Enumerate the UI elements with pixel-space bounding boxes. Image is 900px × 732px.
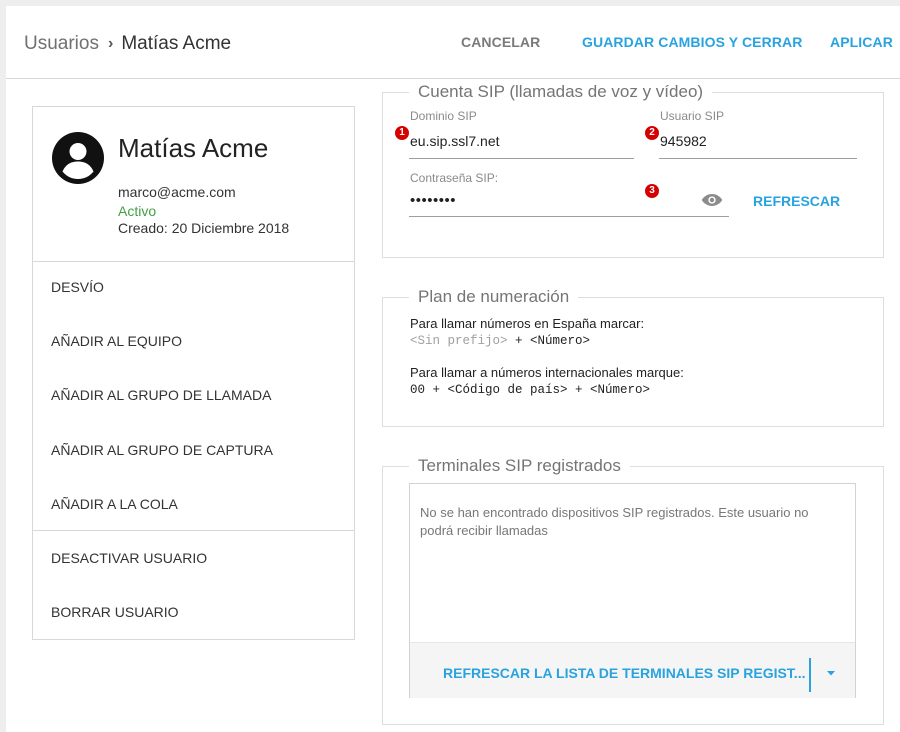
save-and-close-button[interactable]: GUARDAR CAMBIOS Y CERRAR bbox=[582, 34, 802, 50]
sip-user-input[interactable] bbox=[660, 133, 855, 149]
menu-item-delete-user[interactable]: BORRAR USUARIO bbox=[51, 604, 179, 620]
sip-domain-underline bbox=[409, 158, 634, 159]
menu-divider bbox=[33, 530, 354, 531]
refresh-terminals-button[interactable]: REFRESCAR LA LISTA DE TERMINALES SIP REG… bbox=[443, 665, 805, 681]
sip-password-input[interactable]: •••••••• bbox=[410, 192, 670, 209]
menu-item-add-to-pickup-group[interactable]: AÑADIR AL GRUPO DE CAPTURA bbox=[51, 442, 273, 458]
cancel-button[interactable]: CANCELAR bbox=[461, 34, 540, 50]
sip-account-section: Cuenta SIP (llamadas de voz y vídeo) Dom… bbox=[382, 82, 884, 258]
user-email: marco@acme.com bbox=[118, 184, 236, 200]
menu-item-forwarding[interactable]: DESVÍO bbox=[51, 279, 104, 295]
sip-domain-input[interactable] bbox=[410, 133, 632, 149]
user-name: Matías Acme bbox=[118, 133, 269, 163]
page-header: Usuarios › Matías Acme CANCELAR GUARDAR CA… bbox=[6, 6, 900, 79]
menu-item-add-to-queue[interactable]: AÑADIR A LA COLA bbox=[51, 496, 178, 512]
sip-account-legend: Cuenta SIP (llamadas de voz y vídeo) bbox=[409, 82, 713, 102]
international-dialing-text: Para llamar a números internacionales ma… bbox=[410, 365, 684, 380]
left-edge bbox=[0, 6, 6, 732]
menu-item-deactivate-user[interactable]: DESACTIVAR USUARIO bbox=[51, 550, 207, 566]
user-profile: Matías Acme marco@acme.com Activo Creado… bbox=[33, 107, 354, 262]
sip-password-label: Contraseña SIP: bbox=[410, 171, 499, 185]
international-dialing-format: 00 + <Código de país> + <Número> bbox=[410, 383, 651, 397]
refresh-password-button[interactable]: REFRESCAR bbox=[753, 193, 840, 209]
account-circle-icon bbox=[52, 132, 104, 184]
no-devices-message: No se han encontrado dispositivos SIP re… bbox=[420, 505, 809, 538]
annotation-badge-1: 1 bbox=[395, 126, 409, 140]
spain-number-suffix: + <Número> bbox=[507, 334, 591, 348]
menu-item-add-to-team[interactable]: AÑADIR AL EQUIPO bbox=[51, 333, 182, 349]
split-button-divider bbox=[809, 658, 811, 692]
menu-item-add-to-call-group[interactable]: AÑADIR AL GRUPO DE LLAMADA bbox=[51, 387, 271, 403]
annotation-badge-2: 2 bbox=[645, 126, 659, 140]
numbering-plan-legend: Plan de numeración bbox=[409, 287, 579, 307]
sip-user-underline bbox=[659, 158, 857, 159]
sip-terminals-legend: Terminales SIP registrados bbox=[409, 456, 630, 476]
breadcrumb-chevron-icon: › bbox=[107, 35, 114, 52]
sip-terminals-section: Terminales SIP registrados No se han enc… bbox=[382, 456, 884, 725]
visibility-icon[interactable] bbox=[701, 192, 723, 208]
sip-user-label: Usuario SIP bbox=[660, 109, 725, 123]
breadcrumb-users-link[interactable]: Usuarios bbox=[24, 33, 99, 54]
apply-button[interactable]: APLICAR bbox=[830, 34, 893, 50]
sip-password-underline bbox=[409, 216, 729, 217]
spain-dialing-text: Para llamar números en España marcar: bbox=[410, 316, 645, 331]
spain-prefix: <Sin prefijo> bbox=[410, 334, 508, 348]
caret-down-icon[interactable] bbox=[816, 655, 846, 691]
sip-domain-label: Dominio SIP bbox=[410, 109, 477, 123]
user-status: Activo bbox=[118, 203, 157, 219]
numbering-plan-section: Plan de numeración Para llamar números e… bbox=[382, 287, 884, 427]
user-created-date: Creado: 20 Diciembre 2018 bbox=[118, 220, 290, 236]
breadcrumb-current: Matías Acme bbox=[121, 33, 232, 54]
sip-terminals-list: No se han encontrado dispositivos SIP re… bbox=[409, 483, 856, 698]
breadcrumb: Usuarios › Matías Acme bbox=[24, 33, 231, 55]
spain-dialing-format: <Sin prefijo> + <Número> bbox=[410, 334, 590, 348]
user-card: Matías Acme marco@acme.com Activo Creado… bbox=[32, 106, 355, 640]
terminals-action-bar: REFRESCAR LA LISTA DE TERMINALES SIP REG… bbox=[410, 642, 855, 698]
